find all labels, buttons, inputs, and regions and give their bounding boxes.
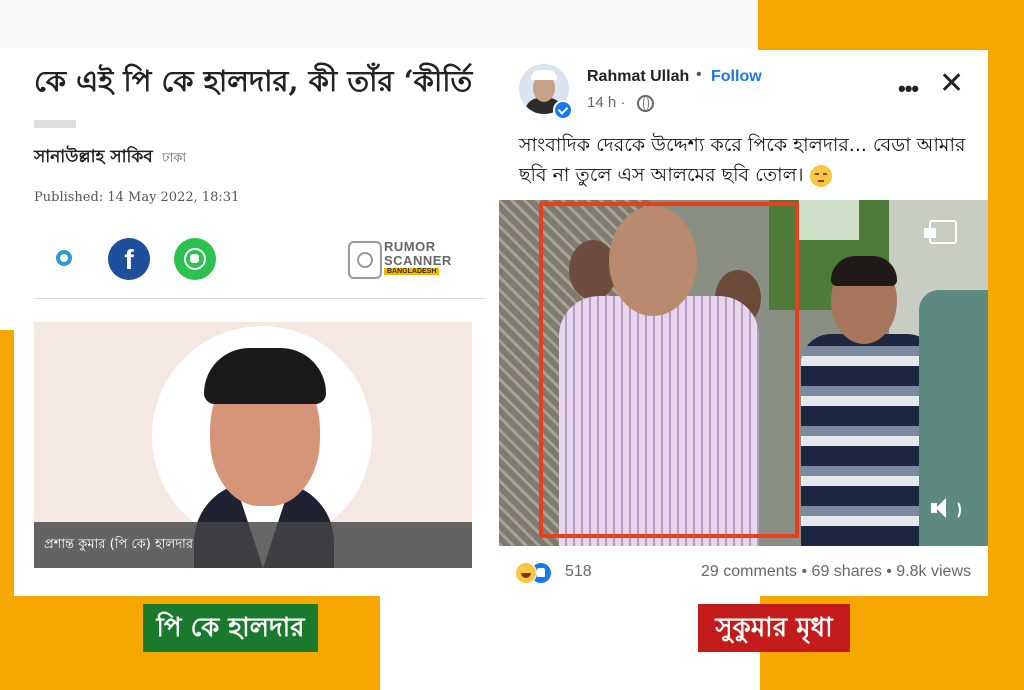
more-options-icon[interactable]: ••• <box>898 76 919 102</box>
post-timestamp[interactable]: 14 h · <box>587 94 625 111</box>
follow-button[interactable]: Follow <box>711 68 762 86</box>
highlight-box <box>539 202 799 538</box>
author-location: ঢাকা <box>162 151 187 166</box>
person-hair <box>204 348 326 404</box>
watermark-line-3: BANGLADESH <box>384 268 440 275</box>
news-article-card: কে এই পি কে হালদার, কী তাঁর ‘কীর্তি সানা… <box>14 48 490 596</box>
left-name-label: পি কে হালদার <box>143 604 318 652</box>
twitter-icon[interactable] <box>56 250 72 266</box>
rumor-scanner-logo-icon <box>348 241 382 279</box>
facebook-icon[interactable]: f <box>108 238 150 280</box>
facebook-post-card: Rahmat Ullah • Follow 14 h · ••• ✕ সাংবা… <box>499 50 988 596</box>
video-second-person-hair <box>831 256 897 286</box>
verified-badge-icon <box>553 100 573 120</box>
watermark-line-1: RUMOR <box>384 239 436 254</box>
avatar-cap <box>531 70 557 80</box>
author-row: সানাউল্লাহ সাকিব ঢাকা <box>34 144 186 172</box>
reaction-count[interactable]: 518 <box>565 563 592 581</box>
rumor-scanner-watermark: RUMOR SCANNER BANGLADESH <box>348 235 488 281</box>
photo-caption-bar: প্রশান্ত কুমার (পি কে) হালদার <box>34 522 472 568</box>
speaker-wave-shape <box>949 500 961 520</box>
close-icon[interactable]: ✕ <box>939 66 964 101</box>
published-date: Published: 14 May 2022, 18:31 <box>34 190 240 205</box>
top-background <box>0 0 758 48</box>
video-second-person-shirt <box>801 334 937 546</box>
speaker-cone-shape <box>936 498 946 518</box>
article-headline[interactable]: কে এই পি কে হালদার, কী তাঁর ‘কীর্তি <box>34 62 474 100</box>
video-sky <box>799 200 859 240</box>
post-text: সাংবাদিক দেরকে উদ্দেশ্য করে পিকে হালদার.… <box>519 130 979 190</box>
author-name[interactable]: সানাউল্লাহ সাকিব <box>34 147 153 167</box>
watermark-line-2: SCANNER <box>384 253 452 268</box>
whatsapp-phone-shape <box>190 254 199 263</box>
reaction-row: 518 29 comments • 69 shares • 9.8k views <box>515 558 985 588</box>
picture-in-picture-icon[interactable] <box>924 220 957 244</box>
whatsapp-icon[interactable] <box>174 238 216 280</box>
section-divider <box>34 298 486 299</box>
post-author-name[interactable]: Rahmat Ullah <box>587 68 689 86</box>
name-separator: • <box>696 66 702 83</box>
right-name-label: সুকুমার মৃধা <box>698 604 850 652</box>
post-stats[interactable]: 29 comments • 69 shares • 9.8k views <box>701 563 971 581</box>
article-photo[interactable]: প্রশান্ত কুমার (পি কে) হালদার <box>34 322 472 568</box>
globe-icon <box>637 95 654 112</box>
photo-caption: প্রশান্ত কুমার (পি কে) হালদার <box>44 537 193 552</box>
post-text-body: সাংবাদিক দেরকে উদ্দেশ্য করে পিকে হালদার.… <box>519 134 966 186</box>
haha-reaction-icon[interactable] <box>515 562 537 584</box>
headline-divider <box>34 120 76 128</box>
post-video[interactable] <box>499 200 988 546</box>
volume-icon[interactable] <box>931 496 961 520</box>
pensive-emoji-icon <box>809 164 832 187</box>
share-row: f RUMOR SCANNER BANGLADESH <box>34 238 484 282</box>
